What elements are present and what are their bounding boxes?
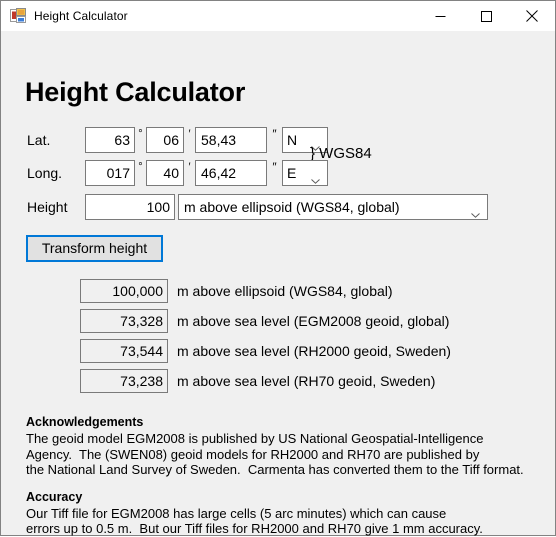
- longitude-hemisphere-value: E: [287, 165, 297, 181]
- window-title: Height Calculator: [34, 9, 128, 23]
- height-calculator-window: Height Calculator Height Calculator Lat.…: [0, 0, 556, 536]
- transform-height-button[interactable]: Transform height: [26, 235, 163, 262]
- latitude-hemisphere-value: N: [287, 132, 298, 148]
- title-bar: Height Calculator: [1, 1, 555, 31]
- acknowledgements-line-1: The geoid model EGM2008 is published by …: [26, 431, 484, 446]
- result-row: 73,328 m above sea level (EGM2008 geoid,…: [80, 309, 451, 333]
- acknowledgements-line-3: the National Land Survey of Sweden. Carm…: [26, 462, 524, 477]
- acknowledgements-heading: Acknowledgements: [26, 415, 144, 429]
- latitude-minutes-input[interactable]: [146, 127, 184, 153]
- accuracy-line-2: errors up to 0.5 m. But our Tiff files f…: [26, 521, 483, 536]
- second-symbol-icon: ″: [272, 127, 277, 141]
- result-value: 73,328: [80, 309, 168, 333]
- result-label: m above ellipsoid (WGS84, global): [177, 283, 393, 299]
- result-label: m above sea level (RH2000 geoid, Sweden): [177, 343, 451, 359]
- height-reference-select[interactable]: m above ellipsoid (WGS84, global): [178, 194, 488, 220]
- longitude-label: Long.: [27, 165, 63, 181]
- latitude-row: Lat. ° ′ ″ N: [27, 127, 328, 153]
- acknowledgements-line-2: Agency. The (SWEN08) geoid models for RH…: [26, 446, 480, 462]
- minimize-button[interactable]: [417, 1, 463, 31]
- result-value: 73,238: [80, 369, 168, 393]
- latitude-label: Lat.: [27, 132, 51, 148]
- accuracy-heading: Accuracy: [26, 489, 83, 504]
- caption-buttons: [417, 1, 555, 31]
- result-value: 73,544: [80, 339, 168, 363]
- longitude-minutes-input[interactable]: [146, 160, 184, 186]
- degree-symbol-icon: °: [138, 128, 143, 140]
- longitude-row: Long. ° ′ ″ E: [27, 160, 328, 186]
- result-value: 100,000: [80, 279, 168, 303]
- app-window-icon: [10, 8, 26, 24]
- second-symbol-icon: ″: [272, 160, 277, 174]
- latitude-degrees-input[interactable]: [85, 127, 135, 153]
- result-label: m above sea level (EGM2008 geoid, global…: [177, 313, 450, 329]
- result-row: 100,000 m above ellipsoid (WGS84, global…: [80, 279, 451, 303]
- chevron-down-icon: [311, 138, 320, 151]
- latitude-seconds-input[interactable]: [195, 127, 267, 153]
- results-list: 100,000 m above ellipsoid (WGS84, global…: [80, 279, 451, 399]
- page-title: Height Calculator: [25, 77, 246, 107]
- close-button[interactable]: [509, 1, 555, 31]
- minute-symbol-icon: ′: [188, 161, 191, 173]
- height-row: Height m above ellipsoid (WGS84, global): [27, 194, 488, 220]
- height-label: Height: [27, 199, 68, 215]
- degree-symbol-icon: °: [138, 161, 143, 173]
- result-row: 73,238 m above sea level (RH70 geoid, Sw…: [80, 369, 451, 393]
- notes-spacer: [26, 478, 536, 490]
- chevron-down-icon: [311, 171, 320, 184]
- height-value-input[interactable]: [85, 194, 175, 220]
- accuracy-line-1: Our Tiff file for EGM2008 has large cell…: [26, 505, 447, 521]
- client-area: Height Calculator Lat. ° ′ ″ N } WGS84: [1, 31, 555, 537]
- minute-symbol-icon: ′: [188, 128, 191, 140]
- result-label: m above sea level (RH70 geoid, Sweden): [177, 373, 436, 389]
- height-reference-value: m above ellipsoid (WGS84, global): [184, 199, 400, 215]
- notes-section: Acknowledgements The geoid model EGM2008…: [26, 415, 536, 537]
- longitude-degrees-input[interactable]: [85, 160, 135, 186]
- result-row: 73,544 m above sea level (RH2000 geoid, …: [80, 339, 451, 363]
- longitude-seconds-input[interactable]: [195, 160, 267, 186]
- maximize-button[interactable]: [463, 1, 509, 31]
- longitude-hemisphere-select[interactable]: E: [282, 160, 328, 186]
- chevron-down-icon: [471, 205, 480, 218]
